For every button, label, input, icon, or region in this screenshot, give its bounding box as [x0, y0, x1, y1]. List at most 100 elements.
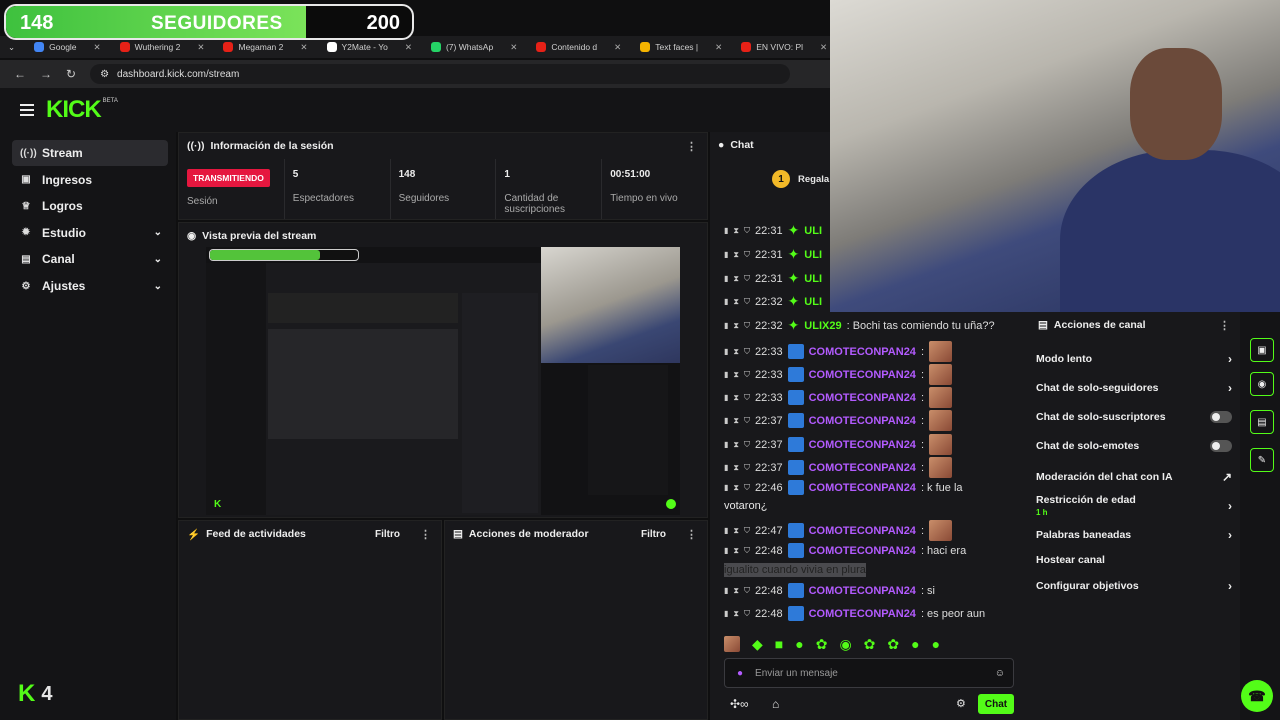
kick-logo[interactable]: KICK	[46, 96, 102, 124]
chat-username[interactable]: COMOTECONPAN24	[809, 585, 916, 597]
chat-username[interactable]: COMOTECONPAN24	[809, 608, 916, 620]
tab-close-icon[interactable]: ✕	[94, 42, 101, 53]
activity-menu-icon[interactable]: ⋮	[420, 528, 431, 541]
chat-username[interactable]: COMOTECONPAN24	[809, 545, 916, 557]
ban-icon[interactable]: ⛉	[744, 370, 750, 380]
emote-icon[interactable]: ✿	[887, 636, 899, 653]
rail-broadcast-icon[interactable]: ◉	[1250, 372, 1274, 396]
support-icon[interactable]: ☎	[1241, 680, 1273, 712]
delete-icon[interactable]: ▮	[724, 440, 728, 449]
emote-icon[interactable]: ✿	[816, 636, 828, 653]
chat-username[interactable]: COMOTECONPAN24	[809, 392, 916, 404]
chat-username[interactable]: COMOTECONPAN24	[809, 415, 916, 427]
timeout-icon[interactable]: ⧗	[733, 440, 739, 450]
browser-tab[interactable]: Text faces | ✕	[632, 38, 730, 56]
tab-close-icon[interactable]: ✕	[715, 42, 722, 53]
chat-username[interactable]: ULI	[804, 249, 822, 261]
chat-message[interactable]: ▮ ⧗ ⛉ 22:37 COMOTECONPAN24:	[724, 410, 952, 431]
browser-tab[interactable]: EN VIVO: Pl ✕	[733, 38, 830, 56]
ban-icon[interactable]: ⛉	[744, 483, 750, 493]
chat-username[interactable]: ULI	[804, 225, 822, 237]
chat-message[interactable]: ▮ ⧗ ⛉ 22:47 COMOTECONPAN24:	[724, 520, 952, 541]
timeout-icon[interactable]: ⧗	[733, 347, 739, 357]
browser-tab[interactable]: (7) WhatsAp ✕	[423, 38, 525, 56]
ban-icon[interactable]: ⛉	[744, 416, 750, 426]
browser-tab[interactable]: Wuthering 2 ✕	[112, 38, 213, 56]
delete-icon[interactable]: ▮	[724, 586, 728, 595]
chat-message[interactable]: ▮ ⧗ ⛉ 22:33 COMOTECONPAN24:	[724, 364, 952, 385]
timeout-icon[interactable]: ⧗	[733, 226, 739, 236]
store-icon[interactable]: ⌂	[772, 697, 779, 711]
emote-icon[interactable]: ■	[775, 636, 783, 653]
timeout-icon[interactable]: ⧗	[733, 416, 739, 426]
timeout-icon[interactable]: ⧗	[733, 274, 739, 284]
ban-icon[interactable]: ⛉	[744, 321, 750, 331]
tab-close-icon[interactable]: ✕	[197, 42, 204, 53]
ban-icon[interactable]: ⛉	[744, 297, 750, 307]
channel-action-item[interactable]: Restricción de edad 1 h ›	[1036, 494, 1232, 517]
tab-close-icon[interactable]: ✕	[510, 42, 517, 53]
ban-icon[interactable]: ⛉	[744, 586, 750, 596]
ban-icon[interactable]: ⛉	[744, 250, 750, 260]
browser-tab[interactable]: Y2Mate - Yo ✕	[319, 38, 420, 56]
sidebar-item-ingresos[interactable]: ▣ Ingresos	[12, 167, 168, 193]
microphone-icon[interactable]: ●	[737, 668, 743, 679]
timeout-icon[interactable]: ⧗	[733, 546, 739, 556]
chat-input[interactable]: ● Enviar un mensaje ☺	[724, 658, 1014, 688]
chat-username[interactable]: COMOTECONPAN24	[809, 439, 916, 451]
chat-message[interactable]: ▮ ⧗ ⛉ 22:31 ✦ ULI	[724, 246, 827, 263]
chat-username[interactable]: COMOTECONPAN24	[809, 346, 916, 358]
browser-tab[interactable]: Contenido d ✕	[528, 38, 629, 56]
chat-username[interactable]: COMOTECONPAN24	[809, 525, 916, 537]
emote-icon[interactable]: ●	[795, 636, 803, 653]
delete-icon[interactable]: ▮	[724, 546, 728, 555]
rail-list-icon[interactable]: ▤	[1250, 410, 1274, 434]
delete-icon[interactable]: ▮	[724, 609, 728, 618]
tab-close-icon[interactable]: ✕	[614, 42, 621, 53]
rail-tool-icon[interactable]: ✎	[1250, 448, 1274, 472]
tab-close-icon[interactable]: ✕	[820, 42, 827, 53]
chat-message[interactable]: ▮ ⧗ ⛉ 22:46 COMOTECONPAN24: k fue la	[724, 480, 963, 495]
chat-username[interactable]: ULIX29	[804, 320, 841, 332]
chat-message[interactable]: ▮ ⧗ ⛉ 22:48 COMOTECONPAN24: haci era	[724, 543, 966, 558]
ban-icon[interactable]: ⛉	[744, 526, 750, 536]
chat-message[interactable]: ▮ ⧗ ⛉ 22:37 COMOTECONPAN24:	[724, 457, 952, 478]
channel-action-item[interactable]: Modo lento ›	[1036, 352, 1232, 366]
sidebar-item-stream[interactable]: ((·)) Stream	[12, 140, 168, 166]
session-menu-icon[interactable]: ⋮	[686, 140, 697, 153]
ban-icon[interactable]: ⛉	[744, 463, 750, 473]
delete-icon[interactable]: ▮	[724, 297, 728, 306]
channel-action-item[interactable]: Moderación del chat con IA ↗	[1036, 470, 1232, 484]
timeout-icon[interactable]: ⧗	[733, 321, 739, 331]
channel-action-item[interactable]: Configurar objetivos ›	[1036, 579, 1232, 593]
sidebar-item-canal[interactable]: ▤ Canal ⌄	[12, 246, 168, 272]
sidebar-item-estudio[interactable]: ✹ Estudio ⌄	[12, 220, 168, 246]
chat-message[interactable]: ▮ ⧗ ⛉ 22:31 ✦ ULI	[724, 222, 827, 239]
sidebar-item-logros[interactable]: ♕ Logros	[12, 193, 168, 219]
chat-username[interactable]: ULI	[804, 273, 822, 285]
chat-message[interactable]: ▮ ⧗ ⛉ 22:48 COMOTECONPAN24: si	[724, 583, 935, 598]
infinity-icon[interactable]: ✣∞	[730, 697, 749, 711]
ban-icon[interactable]: ⛉	[744, 440, 750, 450]
activity-filter-button[interactable]: Filtro	[375, 529, 400, 540]
ban-icon[interactable]: ⛉	[744, 546, 750, 556]
delete-icon[interactable]: ▮	[724, 483, 728, 492]
emote-icon[interactable]: ●	[911, 636, 919, 653]
emote-icon[interactable]	[724, 636, 740, 652]
delete-icon[interactable]: ▮	[724, 274, 728, 283]
back-icon[interactable]: ←	[14, 67, 26, 81]
menu-icon[interactable]	[20, 104, 34, 116]
delete-icon[interactable]: ▮	[724, 463, 728, 472]
chat-username[interactable]: ULI	[804, 296, 822, 308]
chat-username[interactable]: COMOTECONPAN24	[809, 369, 916, 381]
channel-action-item[interactable]: Chat de solo-emotes	[1036, 440, 1232, 452]
delete-icon[interactable]: ▮	[724, 416, 728, 425]
stream-preview[interactable]: K	[206, 247, 680, 515]
timeout-icon[interactable]: ⧗	[733, 393, 739, 403]
emote-icon[interactable]: ●	[932, 636, 940, 653]
channel-action-item[interactable]: Hostear canal	[1036, 554, 1232, 566]
tab-close-icon[interactable]: ✕	[300, 42, 307, 53]
chat-message[interactable]: ▮ ⧗ ⛉ 22:32 ✦ ULIX29: Bochi tas comiendo tu u…	[724, 317, 995, 334]
gift-banner[interactable]: 1 Regala 1	[772, 170, 837, 188]
delete-icon[interactable]: ▮	[724, 347, 728, 356]
